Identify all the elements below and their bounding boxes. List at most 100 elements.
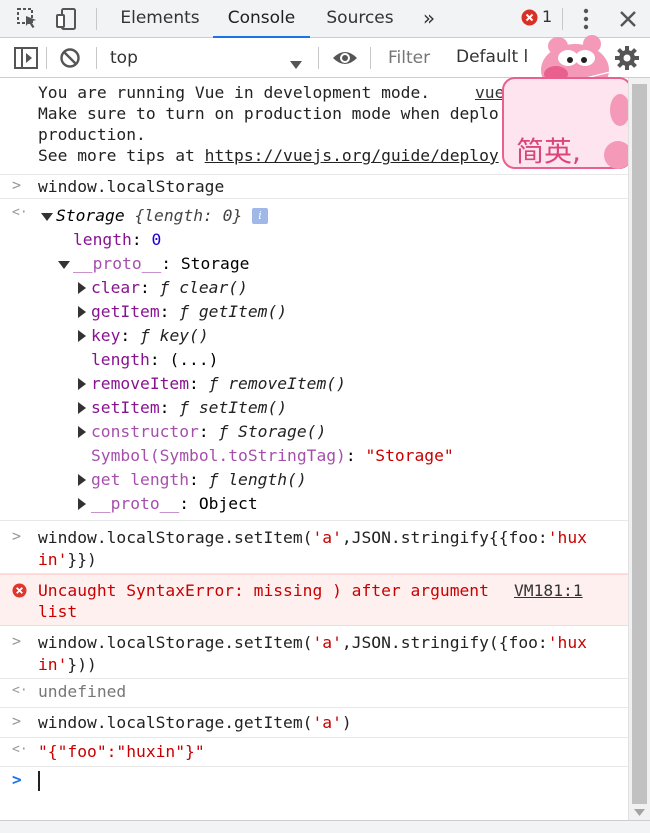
expand-toggle-icon[interactable] [78, 474, 86, 486]
pink-panther-sticker: 简英, [500, 30, 645, 175]
code-string: 'a' [312, 528, 342, 547]
expand-toggle-icon[interactable] [78, 330, 86, 342]
context-selector[interactable]: top [100, 42, 312, 74]
expand-toggle-icon[interactable] [58, 261, 70, 269]
result-value: "{"foo":"huxin"}" [38, 742, 205, 761]
console-prompt[interactable]: > [0, 767, 628, 807]
prompt-chevron-icon: > [12, 770, 22, 789]
expand-toggle-icon[interactable] [78, 378, 86, 390]
inspect-element-icon[interactable] [16, 7, 40, 35]
prop-value: ƒ Storage() [218, 422, 327, 441]
error-count[interactable]: 1 [542, 7, 552, 26]
log-text: See more tips at https://vuejs.org/guide… [38, 145, 499, 167]
command-text: window.localStorage [38, 177, 225, 196]
close-icon[interactable] [619, 10, 637, 32]
code-token: window.localStorage.getItem( [38, 713, 313, 732]
console-error-entry: Uncaught SyntaxError: missing ) after ar… [0, 574, 628, 626]
log-text-prefix: See more tips at [38, 146, 205, 165]
tab-sources[interactable]: Sources [315, 0, 405, 38]
tree-row-removeitem[interactable]: removeItem: ƒ removeItem() [91, 373, 346, 395]
error-source-link[interactable]: VM181:1 [514, 580, 583, 602]
expand-toggle-icon[interactable] [78, 282, 86, 294]
command-text-continued: in'})) [38, 654, 97, 676]
tree-row-clear[interactable]: clear: ƒ clear() [91, 277, 248, 299]
error-icon [12, 583, 27, 602]
error-message-continued: list [38, 602, 78, 621]
tree-row-constructor[interactable]: constructor: ƒ Storage() [91, 421, 326, 443]
prop-value: ƒ length() [208, 470, 307, 489]
device-toolbar-icon[interactable] [55, 7, 79, 35]
tree-row-proto-object[interactable]: __proto__: Object [91, 493, 258, 515]
prop-key: length [91, 350, 150, 369]
tree-row-key[interactable]: key: ƒ key() [91, 325, 209, 347]
console-input-entry: > window.localStorage [0, 175, 628, 199]
toolbar-divider [370, 47, 371, 69]
prop-value: Storage [180, 254, 250, 273]
clear-console-icon[interactable] [59, 47, 81, 73]
prop-key: constructor [91, 422, 199, 441]
filter-input[interactable] [380, 43, 440, 73]
console-result-entry: <· "{"foo":"huxin"}" [0, 738, 628, 767]
tree-row-proto[interactable]: __proto__: Storage [73, 253, 249, 275]
error-icon[interactable] [521, 9, 538, 30]
code-token: ,JSON.stringify({foo: [341, 633, 548, 652]
expand-toggle-icon[interactable] [78, 498, 86, 510]
drawer-bar [0, 820, 650, 833]
prop-key: __proto__ [91, 494, 180, 513]
toolbar-divider [96, 47, 97, 69]
expand-toggle-icon[interactable] [78, 426, 86, 438]
expand-toggle-icon[interactable] [41, 213, 53, 221]
console-input-entry: > window.localStorage.setItem('a',JSON.s… [0, 521, 628, 574]
vue-guide-link[interactable]: https://vuejs.org/guide/deploy [205, 146, 499, 165]
show-sidebar-icon[interactable] [14, 47, 38, 73]
prop-value: "Storage" [365, 446, 454, 465]
command-text: window.localStorage.setItem('a',JSON.str… [38, 527, 587, 549]
result-value: undefined [38, 682, 127, 701]
scroll-down-arrow-icon[interactable] [634, 802, 645, 821]
prop-value: ƒ getItem() [179, 302, 288, 321]
tree-row-getitem[interactable]: getItem: ƒ getItem() [91, 301, 287, 323]
object-preview: {length: 0} [134, 206, 243, 225]
tree-row-get-length[interactable]: get length: ƒ length() [91, 469, 307, 491]
prop-value: ƒ key() [140, 326, 209, 345]
prop-value: ƒ clear() [159, 278, 248, 297]
console-messages: You are running Vue in development mode.… [0, 78, 628, 820]
code-token: })) [67, 655, 97, 674]
info-icon[interactable]: i [252, 208, 268, 224]
log-text: production. [38, 125, 146, 144]
command-text: window.localStorage.getItem('a') [38, 712, 352, 734]
prop-value: ƒ setItem() [179, 398, 288, 417]
code-string: 'hux [547, 528, 587, 547]
code-token: window.localStorage.setItem( [38, 633, 313, 652]
tree-row-length-getter[interactable]: length: (...) [91, 349, 218, 371]
command-text-continued: in'}}) [38, 549, 97, 571]
context-selector-value: top [110, 48, 138, 68]
error-message: Uncaught SyntaxError: missing ) after ar… [38, 581, 489, 600]
text-cursor [38, 771, 40, 791]
object-type: Storage [56, 206, 125, 225]
toolbar-divider [562, 8, 563, 30]
scrollbar-thumb[interactable] [632, 84, 647, 804]
prop-key: length [73, 230, 132, 249]
result-arrow-icon: <· [12, 742, 28, 757]
more-tabs-button[interactable]: » [412, 0, 446, 38]
tab-console[interactable]: Console [213, 0, 310, 38]
tree-row-symbol-tag: Symbol(Symbol.toStringTag): "Storage" [91, 446, 454, 465]
expand-toggle-icon[interactable] [78, 402, 86, 414]
live-expression-eye-icon[interactable] [332, 49, 358, 71]
prop-key: Symbol(Symbol.toStringTag) [91, 446, 346, 465]
tree-row-setitem[interactable]: setItem: ƒ setItem() [91, 397, 287, 419]
prop-value: (...) [169, 350, 219, 369]
code-token: window.localStorage.setItem( [38, 528, 313, 547]
input-prompt-icon: > [12, 712, 22, 730]
input-prompt-icon: > [12, 176, 22, 194]
console-scrollbar[interactable] [628, 78, 650, 820]
code-token: ,JSON.stringify{{foo: [341, 528, 548, 547]
expand-toggle-icon[interactable] [78, 306, 86, 318]
prop-key: removeItem [91, 374, 190, 393]
result-arrow-icon: <· [12, 205, 28, 220]
prop-key: getItem [91, 302, 160, 321]
toolbar-divider [96, 8, 97, 30]
tab-elements[interactable]: Elements [110, 0, 210, 38]
tree-header[interactable]: Storage {length: 0} [56, 205, 242, 227]
